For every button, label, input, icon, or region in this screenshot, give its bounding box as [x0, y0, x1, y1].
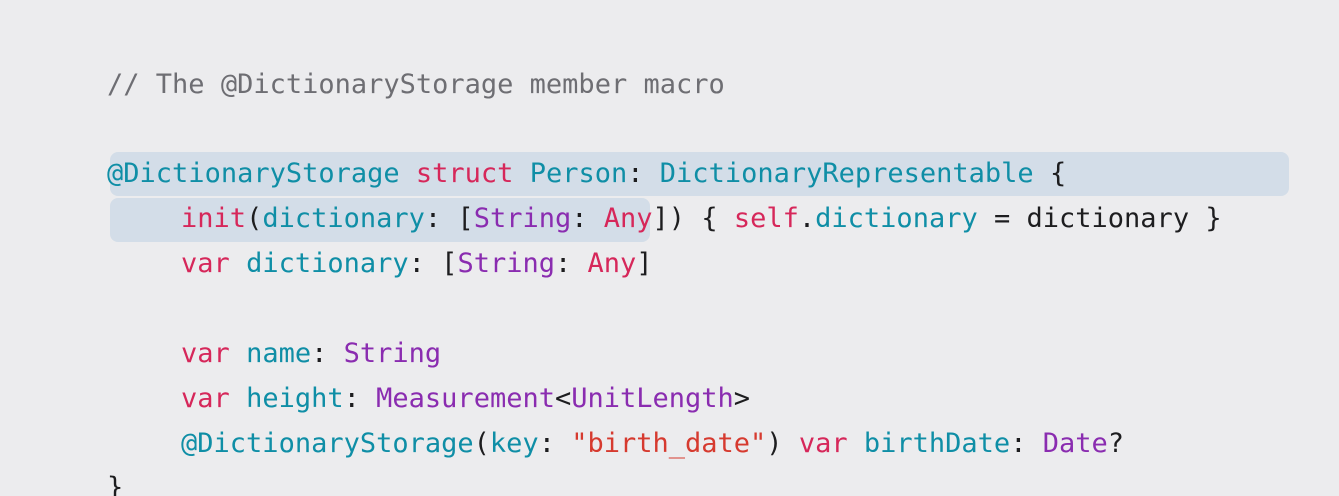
self-keyword: self [733, 203, 799, 234]
var-height-line: var height: Measurement<UnitLength> [0, 333, 750, 414]
open-brace: { [701, 203, 718, 234]
code-comment-line: // The @DictionaryStorage member macro [0, 19, 725, 100]
comment-text: // The @DictionaryStorage member macro [107, 69, 725, 100]
any-type: Any [587, 248, 637, 279]
value-name: dictionary [1026, 203, 1190, 234]
colon: : [538, 428, 555, 459]
date-type: Date [1042, 428, 1108, 459]
closing-brace-line: } [0, 422, 123, 496]
string-literal: "birth_date" [571, 428, 767, 459]
bracket-open: [ [441, 248, 458, 279]
birthdate-line: @DictionaryStorage(key: "birth_date") va… [0, 378, 1124, 459]
var-dictionary-line: var dictionary: [String: Any] [0, 198, 653, 279]
property-name: dictionary [246, 248, 409, 279]
argument-label: key [489, 428, 539, 459]
property-name: birthDate [863, 428, 1011, 459]
var-name-line: var name: String [0, 288, 441, 369]
string-type: String [457, 248, 555, 279]
bracket-close: ] [636, 248, 653, 279]
colon: : [1010, 428, 1027, 459]
macro-attribute: @DictionaryStorage [181, 428, 474, 459]
open-paren: ( [473, 428, 490, 459]
property-name: dictionary [815, 203, 978, 234]
close-brace: } [107, 472, 124, 496]
close-bracket-paren: ]) [652, 203, 686, 234]
close-paren: ) [766, 428, 783, 459]
close-brace: } [1205, 203, 1222, 234]
equals: = [993, 203, 1011, 234]
struct-declaration-line: @DictionaryStorage struct Person: Dictio… [0, 108, 1066, 189]
colon: : [554, 248, 572, 279]
var-keyword: var [798, 428, 848, 459]
init-line: init(dictionary: [String: Any]) { self.d… [0, 153, 1222, 234]
var-keyword: var [181, 248, 230, 279]
code-snippet-panel: // The @DictionaryStorage member macro @… [0, 0, 1339, 496]
optional-mark: ? [1107, 428, 1125, 459]
dot: . [798, 203, 816, 234]
colon: : [408, 248, 425, 279]
